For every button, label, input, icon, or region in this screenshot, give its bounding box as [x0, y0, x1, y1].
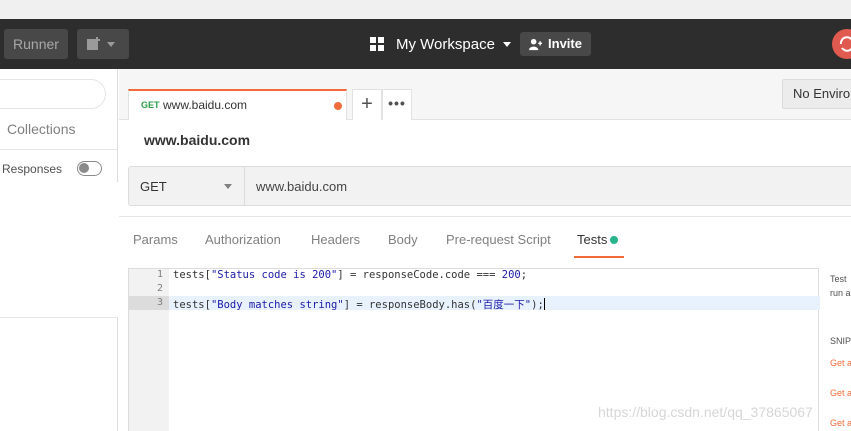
sidebar-tab-collections[interactable]: Collections	[7, 121, 75, 137]
code-line: tests["Status code is 200"] = responseCo…	[173, 269, 528, 281]
sidebar: Collections ve Responses	[0, 69, 118, 431]
tab-tests[interactable]: Tests	[577, 232, 607, 247]
snippets-panel: Test run a SNIP Get a Get a Get a	[827, 268, 851, 431]
window-top-strip	[0, 0, 851, 19]
request-tab-bar: GET www.baidu.com + ••• No Environ	[119, 69, 851, 120]
chevron-down-icon	[107, 42, 115, 47]
divider	[119, 216, 851, 217]
save-responses-toggle[interactable]	[77, 161, 102, 176]
snippet-link[interactable]: Get a	[830, 418, 851, 428]
snippets-intro: Test	[830, 274, 847, 284]
more-tabs-button[interactable]: •••	[382, 89, 412, 120]
request-name[interactable]: www.baidu.com	[144, 132, 250, 148]
snippet-link[interactable]: Get a	[830, 358, 851, 368]
method-select[interactable]: GET	[129, 167, 245, 205]
add-user-icon	[529, 38, 543, 50]
workspace-label: My Workspace	[396, 35, 495, 53]
active-tab-indicator	[574, 256, 624, 258]
tab-method-badge: GET	[141, 100, 160, 110]
new-button[interactable]	[77, 29, 129, 59]
sidebar-list-area	[0, 182, 118, 318]
request-tab-active[interactable]: GET www.baidu.com	[128, 89, 347, 120]
code-line: tests["Body matches string"] = responseB…	[173, 298, 545, 311]
snippets-intro: run a	[830, 288, 851, 298]
save-responses-label: ve Responses	[0, 162, 63, 176]
sync-icon	[839, 36, 851, 52]
tests-status-dot	[610, 236, 618, 244]
sidebar-search-input[interactable]	[0, 79, 106, 109]
method-label: GET	[140, 179, 167, 194]
url-bar: GET www.baidu.com	[128, 166, 851, 206]
invite-button[interactable]: Invite	[520, 32, 591, 56]
workspace-selector[interactable]: My Workspace	[370, 29, 511, 59]
line-number: 2	[156, 283, 163, 294]
main-panel: GET www.baidu.com + ••• No Environ www.b…	[119, 69, 851, 431]
toggle-knob	[79, 163, 89, 173]
tab-pre-request-script[interactable]: Pre-request Script	[446, 232, 551, 247]
app-header: Runner My Workspace Invite	[0, 19, 851, 69]
app-window: Runner My Workspace Invite Collections R…	[0, 0, 851, 431]
watermark: https://blog.csdn.net/qq_37865067	[598, 404, 813, 420]
line-number: 1	[156, 269, 163, 280]
environment-selector[interactable]: No Environ	[782, 79, 851, 109]
tab-body[interactable]: Body	[388, 232, 418, 247]
chevron-down-icon	[224, 184, 232, 189]
grid-icon	[370, 37, 384, 51]
invite-label: Invite	[548, 36, 582, 51]
sync-button[interactable]	[832, 29, 851, 59]
divider	[0, 149, 118, 150]
add-tab-button[interactable]: +	[352, 89, 382, 120]
tab-params[interactable]: Params	[133, 232, 178, 247]
chevron-down-icon	[502, 41, 511, 47]
snippets-heading: SNIP	[830, 336, 851, 346]
unsaved-dot	[334, 102, 342, 110]
runner-button[interactable]: Runner	[4, 29, 68, 59]
tab-title: www.baidu.com	[163, 98, 248, 112]
tab-headers[interactable]: Headers	[311, 232, 360, 247]
new-window-icon	[87, 37, 100, 50]
url-input[interactable]: www.baidu.com	[256, 179, 347, 194]
line-number: 3	[156, 297, 163, 308]
tab-authorization[interactable]: Authorization	[205, 232, 281, 247]
snippet-link[interactable]: Get a	[830, 388, 851, 398]
